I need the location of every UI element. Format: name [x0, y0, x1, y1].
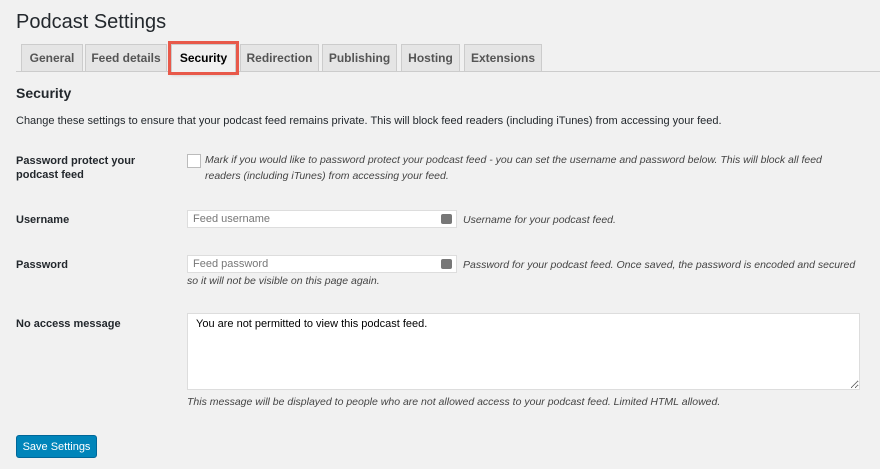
- page-title: Podcast Settings: [16, 11, 167, 33]
- protect-label: Password protect your podcast feed: [16, 155, 136, 181]
- username-placeholder: Feed username: [193, 213, 271, 225]
- tab-feed-details[interactable]: Feed details: [85, 44, 167, 71]
- section-description: Change these settings to ensure that you…: [16, 115, 722, 127]
- message-note: This message will be displayed to people…: [187, 396, 721, 408]
- message-label: No access message: [16, 318, 121, 330]
- tab-general[interactable]: General: [21, 44, 83, 71]
- username-label: Username: [16, 214, 70, 226]
- protect-checkbox[interactable]: [187, 154, 201, 168]
- tab-extensions[interactable]: Extensions: [464, 44, 542, 71]
- username-note: Username for your podcast feed.: [463, 214, 616, 226]
- password-label: Password: [16, 259, 68, 271]
- section-heading: Security: [16, 85, 72, 101]
- username-input[interactable]: Feed username: [187, 210, 457, 228]
- tab-publishing[interactable]: Publishing: [322, 44, 397, 71]
- tab-hosting[interactable]: Hosting: [401, 44, 460, 71]
- no-access-message-textarea[interactable]: You are not permitted to view this podca…: [187, 313, 860, 390]
- tab-security[interactable]: Security: [168, 41, 239, 75]
- tab-bar: General Feed details Security Redirectio…: [16, 41, 880, 75]
- keychain-icon[interactable]: [441, 214, 452, 224]
- tab-redirection[interactable]: Redirection: [240, 44, 319, 71]
- password-note: Password for your podcast feed. Once sav…: [187, 259, 856, 287]
- save-settings-button[interactable]: Save Settings: [16, 435, 97, 458]
- protect-note: Mark if you would like to password prote…: [205, 154, 822, 182]
